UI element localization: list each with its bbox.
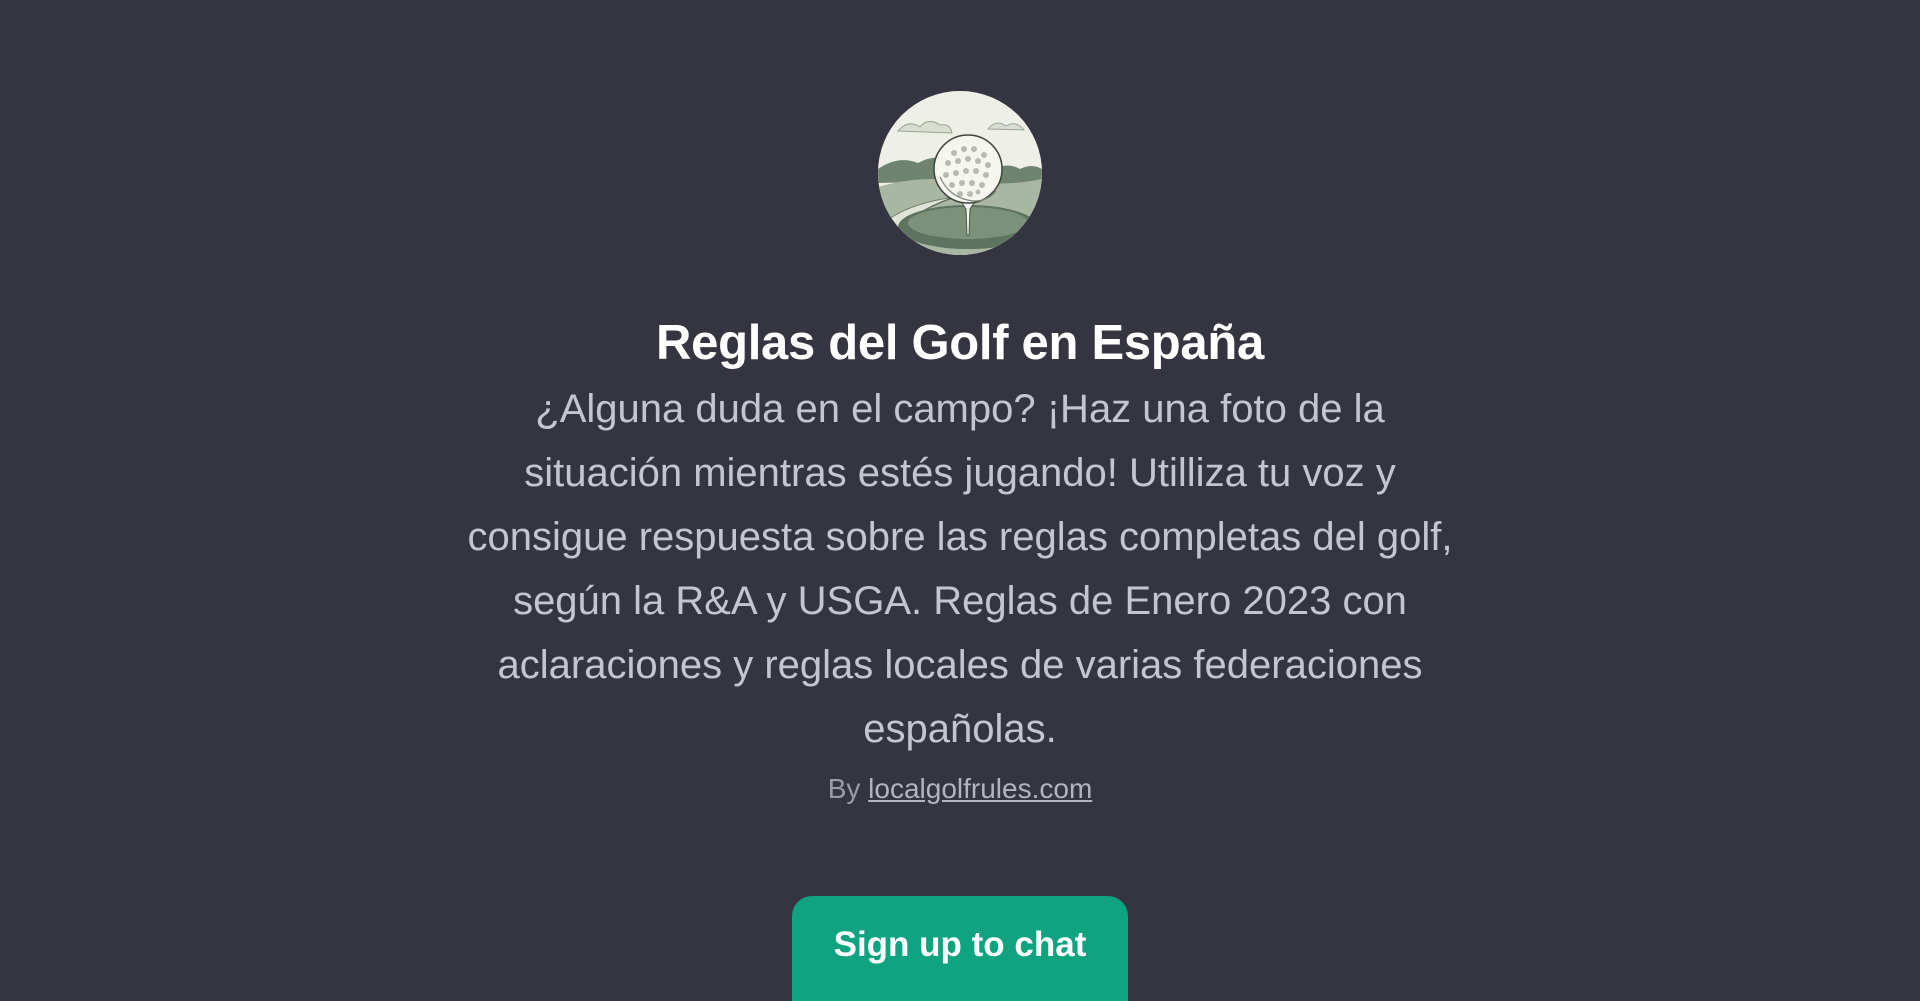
gpt-avatar xyxy=(878,91,1042,255)
gpt-landing: Reglas del Golf en España ¿Alguna duda e… xyxy=(0,0,1920,1001)
author-byline: By localgolfrules.com xyxy=(828,769,1093,809)
golf-ball-on-tee-icon xyxy=(878,91,1042,255)
gpt-title: Reglas del Golf en España xyxy=(656,316,1264,370)
author-link[interactable]: localgolfrules.com xyxy=(868,773,1092,804)
sign-up-to-chat-button[interactable]: Sign up to chat xyxy=(792,896,1128,1001)
byline-prefix: By xyxy=(827,773,861,804)
gpt-description: ¿Alguna duda en el campo? ¡Haz una foto … xyxy=(467,387,1453,751)
